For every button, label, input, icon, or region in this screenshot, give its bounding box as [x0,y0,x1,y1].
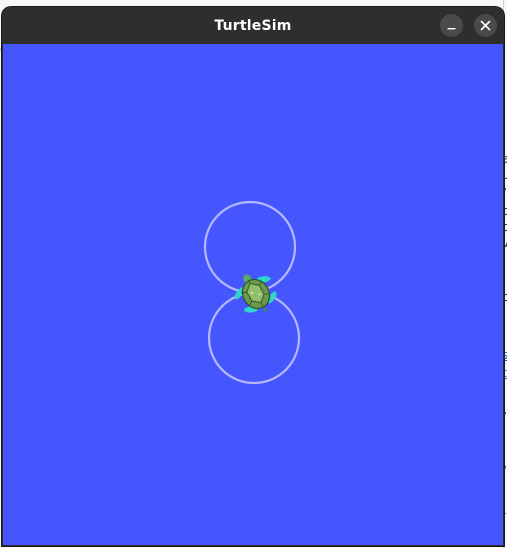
turtle-canvas[interactable] [3,44,503,545]
close-button[interactable] [474,14,497,37]
minimize-icon [447,28,456,30]
close-icon [480,20,491,31]
minimize-button[interactable] [440,14,463,37]
turtlesim-window: TurtleSim [2,7,504,546]
turtle-icon [234,274,277,313]
window-titlebar[interactable]: TurtleSim [2,7,504,44]
window-title: TurtleSim [214,17,292,34]
turtle-drawing-surface [203,200,301,385]
